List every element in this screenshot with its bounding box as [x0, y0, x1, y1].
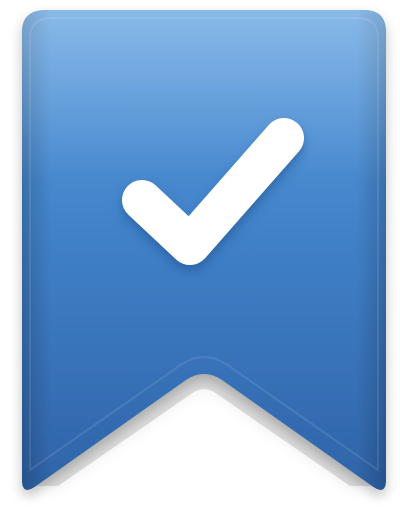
bookmark-check-icon: [22, 10, 386, 490]
icon-canvas: [0, 0, 400, 529]
